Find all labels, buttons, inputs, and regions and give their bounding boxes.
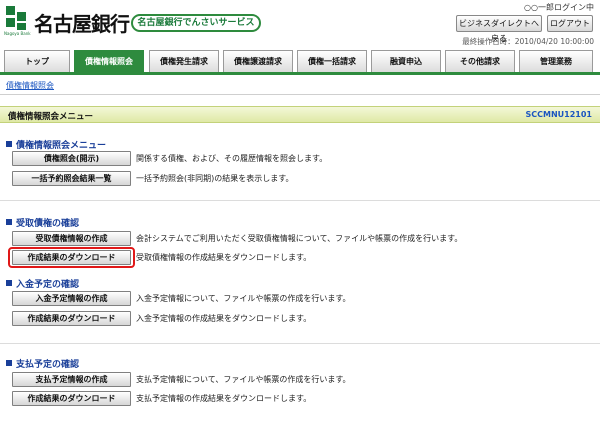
- create-incoming-info-desc: 入金予定情報について、ファイルや帳票の作成を行います。: [136, 294, 351, 303]
- last-operation-time: 最終操作日時：2010/04/20 10:00:00: [462, 37, 594, 46]
- incoming-download-desc: 入金予定情報の作成結果をダウンロードします。: [136, 314, 312, 323]
- tab-admin[interactable]: 管理業務: [519, 50, 593, 72]
- highlight-box: [8, 247, 135, 268]
- screen-id: SCCMNU12101: [525, 110, 593, 119]
- tab-claim-transfer[interactable]: 債権譲渡請求: [223, 50, 293, 72]
- logo-subtext: Nagoya Bank: [4, 31, 31, 36]
- tab-claim-issue[interactable]: 債権発生請求: [149, 50, 219, 72]
- create-payment-info-button[interactable]: 支払予定情報の作成: [12, 372, 131, 387]
- main-tabs: トップ 債権情報照会 債権発生請求 債権譲渡請求 債権一括請求 融資申込 その他…: [4, 50, 598, 72]
- bank-name: 名古屋銀行: [34, 12, 130, 36]
- tab-claim-inquiry[interactable]: 債権情報照会: [74, 50, 144, 72]
- page-title-bar: 債権情報照会メニュー SCCMNU12101: [0, 106, 600, 123]
- section-title-payment: 支払予定の確認: [6, 357, 79, 370]
- page-title: 債権情報照会メニュー: [8, 112, 94, 122]
- create-receivable-info-button[interactable]: 受取債権情報の作成: [12, 231, 131, 246]
- section-title-receivable: 受取債権の確認: [6, 216, 79, 229]
- service-name-badge: 名古屋銀行でんさいサービス: [131, 14, 261, 32]
- tab-top[interactable]: トップ: [4, 50, 70, 72]
- claim-inquiry-button[interactable]: 債権照会(開示): [12, 151, 131, 166]
- create-receivable-info-desc: 会計システムでご利用いただく受取債権情報について、ファイルや帳票の作成を行います…: [136, 234, 463, 243]
- subnav-claim-inquiry-link[interactable]: 債権情報照会: [6, 80, 54, 91]
- subnav-divider: [0, 94, 600, 95]
- incoming-download-button[interactable]: 作成結果のダウンロード: [12, 311, 131, 326]
- square-bullet-icon: [6, 280, 12, 286]
- bulk-reservation-results-desc: 一括予約照会(非同期)の結果を表示します。: [136, 174, 294, 183]
- payment-download-button[interactable]: 作成結果のダウンロード: [12, 391, 131, 406]
- bulk-reservation-results-button[interactable]: 一括予約照会結果一覧: [12, 171, 131, 186]
- square-bullet-icon: [6, 360, 12, 366]
- section-divider: [0, 200, 600, 201]
- bank-logo-icon: [6, 6, 28, 32]
- tab-claim-bulk[interactable]: 債権一括請求: [297, 50, 367, 72]
- payment-download-desc: 支払予定情報の作成結果をダウンロードします。: [136, 394, 312, 403]
- square-bullet-icon: [6, 141, 12, 147]
- tab-financing[interactable]: 融資申込: [371, 50, 441, 72]
- create-incoming-info-button[interactable]: 入金予定情報の作成: [12, 291, 131, 306]
- create-payment-info-desc: 支払予定情報について、ファイルや帳票の作成を行います。: [136, 375, 351, 384]
- logout-button[interactable]: ログアウト: [547, 15, 593, 32]
- square-bullet-icon: [6, 219, 12, 225]
- tab-underline: [0, 72, 600, 75]
- login-user-status: ○○一郎ログイン中: [524, 3, 594, 12]
- header: Nagoya Bank 名古屋銀行 名古屋銀行でんさいサービス ○○一郎ログイン…: [0, 0, 600, 46]
- receivable-download-desc: 受取債権情報の作成結果をダウンロードします。: [136, 253, 312, 262]
- section-divider: [0, 343, 600, 344]
- tab-other-requests[interactable]: その他請求: [445, 50, 515, 72]
- section-title-incoming: 入金予定の確認: [6, 277, 79, 290]
- section-title-claim-inquiry: 債権情報照会メニュー: [6, 138, 106, 151]
- claim-inquiry-desc: 関係する債権、および、その履歴情報を照会します。: [136, 154, 328, 163]
- business-direct-button[interactable]: ビジネスダイレクトへ戻る: [456, 15, 542, 43]
